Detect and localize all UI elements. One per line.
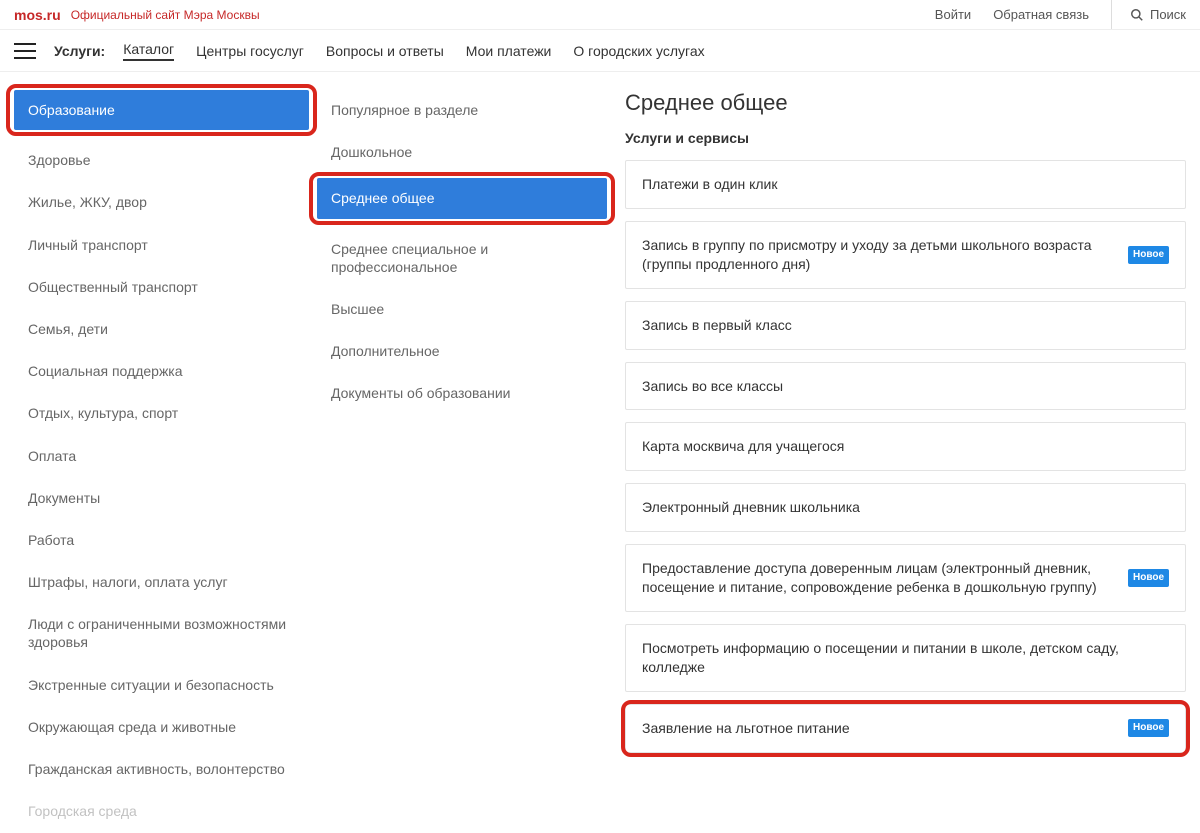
svc-trusted-access[interactable]: Предоставление доступа доверенным лицам … <box>625 544 1186 612</box>
sub-secondary-professional[interactable]: Среднее специальное и профессиональное <box>317 229 607 287</box>
svc-label: Заявление на льготное питание <box>642 719 1128 738</box>
sub-secondary-general[interactable]: Среднее общее <box>317 178 607 218</box>
site-subtitle: Официальный сайт Мэра Москвы <box>71 8 260 22</box>
nav-payments[interactable]: Мои платежи <box>466 43 552 59</box>
svc-label: Платежи в один клик <box>642 175 1169 194</box>
svc-label: Запись в группу по присмотру и уходу за … <box>642 236 1128 274</box>
cat-civic[interactable]: Гражданская активность, волонтерство <box>14 749 309 789</box>
sub-popular[interactable]: Популярное в разделе <box>317 90 607 130</box>
cat-social[interactable]: Социальная поддержка <box>14 351 309 391</box>
nav-catalog[interactable]: Каталог <box>123 41 174 61</box>
cat-payment[interactable]: Оплата <box>14 436 309 476</box>
nav-faq[interactable]: Вопросы и ответы <box>326 43 444 59</box>
nav-centers[interactable]: Центры госуслуг <box>196 43 304 59</box>
svc-label: Предоставление доступа доверенным лицам … <box>642 559 1128 597</box>
cat-education[interactable]: Образование <box>14 90 309 130</box>
navbar: Услуги: Каталог Центры госуслуг Вопросы … <box>0 30 1200 72</box>
category-list: Образование Здоровье Жилье, ЖКУ, двор Ли… <box>14 90 309 833</box>
cat-work[interactable]: Работа <box>14 520 309 560</box>
cat-environment[interactable]: Окружающая среда и животные <box>14 707 309 747</box>
sub-preschool[interactable]: Дошкольное <box>317 132 607 172</box>
menu-icon[interactable] <box>14 43 36 59</box>
cat-disabled[interactable]: Люди с ограниченными возможностями здоро… <box>14 604 309 662</box>
svc-subsidized-meals[interactable]: Заявление на льготное питание Новое <box>625 704 1186 753</box>
svc-label: Карта москвича для учащегося <box>642 437 1169 456</box>
search-icon <box>1130 8 1144 22</box>
cat-health[interactable]: Здоровье <box>14 140 309 180</box>
new-badge: Новое <box>1128 719 1169 737</box>
svc-label: Запись во все классы <box>642 377 1169 396</box>
svc-attendance-info[interactable]: Посмотреть информацию о посещении и пита… <box>625 624 1186 692</box>
svc-student-card[interactable]: Карта москвича для учащегося <box>625 422 1186 471</box>
cat-leisure[interactable]: Отдых, культура, спорт <box>14 393 309 433</box>
svc-label: Посмотреть информацию о посещении и пита… <box>642 639 1169 677</box>
cat-urban[interactable]: Городская среда <box>14 791 309 831</box>
logo[interactable]: mos.ru <box>14 7 61 23</box>
cat-emergency[interactable]: Экстренные ситуации и безопасность <box>14 665 309 705</box>
svc-after-school[interactable]: Запись в группу по присмотру и уходу за … <box>625 221 1186 289</box>
content-area: Среднее общее Услуги и сервисы Платежи в… <box>625 90 1186 765</box>
svc-one-click[interactable]: Платежи в один клик <box>625 160 1186 209</box>
sub-additional[interactable]: Дополнительное <box>317 331 607 371</box>
cat-personal-transport[interactable]: Личный транспорт <box>14 225 309 265</box>
new-badge: Новое <box>1128 246 1169 264</box>
feedback-link[interactable]: Обратная связь <box>993 7 1089 22</box>
search-button[interactable]: Поиск <box>1111 0 1186 29</box>
section-subtitle: Услуги и сервисы <box>625 130 1186 146</box>
new-badge: Новое <box>1128 569 1169 587</box>
svc-all-grades[interactable]: Запись во все классы <box>625 362 1186 411</box>
nav-label: Услуги: <box>54 43 105 59</box>
cat-housing[interactable]: Жилье, ЖКУ, двор <box>14 182 309 222</box>
cat-public-transport[interactable]: Общественный транспорт <box>14 267 309 307</box>
cat-fines[interactable]: Штрафы, налоги, оплата услуг <box>14 562 309 602</box>
svc-first-grade[interactable]: Запись в первый класс <box>625 301 1186 350</box>
svc-label: Электронный дневник школьника <box>642 498 1169 517</box>
login-link[interactable]: Войти <box>935 7 971 22</box>
nav-about[interactable]: О городских услугах <box>573 43 704 59</box>
svc-ediary[interactable]: Электронный дневник школьника <box>625 483 1186 532</box>
svc-label: Запись в первый класс <box>642 316 1169 335</box>
cat-documents[interactable]: Документы <box>14 478 309 518</box>
search-label: Поиск <box>1150 7 1186 22</box>
subcategory-list: Популярное в разделе Дошкольное Среднее … <box>317 90 607 416</box>
page-title: Среднее общее <box>625 90 1186 116</box>
sub-edu-docs[interactable]: Документы об образовании <box>317 373 607 413</box>
topbar: mos.ru Официальный сайт Мэра Москвы Войт… <box>0 0 1200 30</box>
sub-higher[interactable]: Высшее <box>317 289 607 329</box>
cat-family[interactable]: Семья, дети <box>14 309 309 349</box>
